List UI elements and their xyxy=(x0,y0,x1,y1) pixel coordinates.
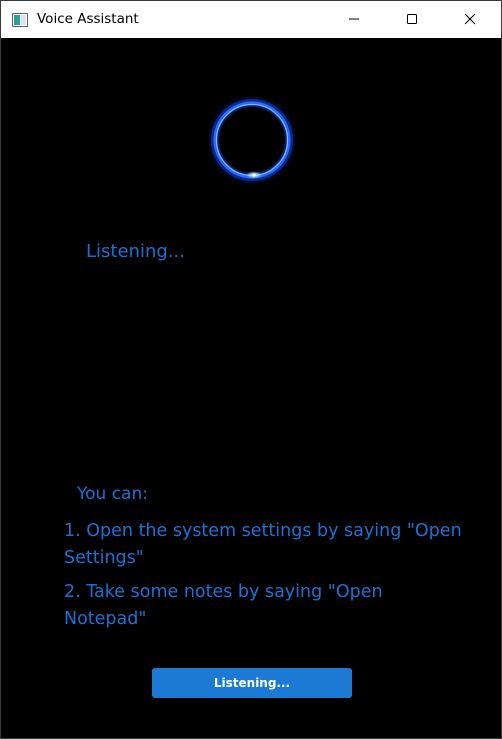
title-bar[interactable]: Voice Assistant xyxy=(1,1,501,38)
window-title: Voice Assistant xyxy=(37,11,139,27)
listening-button[interactable]: Listening... xyxy=(152,668,352,698)
app-window: Voice Assistant Listening... You can: 1.… xyxy=(0,0,502,739)
close-button[interactable] xyxy=(447,1,493,38)
assistant-panel: Listening... You can: 1. Open the system… xyxy=(1,38,501,738)
maximize-button[interactable] xyxy=(389,1,435,38)
status-label: Listening... xyxy=(86,241,185,262)
listening-orb-icon xyxy=(204,93,300,189)
close-icon xyxy=(464,10,476,29)
hint-item-settings: 1. Open the system settings by saying "O… xyxy=(64,521,462,568)
minimize-button[interactable] xyxy=(331,1,377,38)
minimize-icon xyxy=(348,10,360,29)
maximize-icon xyxy=(406,10,418,29)
hint-item-notepad: 2. Take some notes by saying "Open Notep… xyxy=(64,582,383,629)
hints-title: You can: xyxy=(77,484,148,504)
app-window-icon xyxy=(12,12,28,27)
